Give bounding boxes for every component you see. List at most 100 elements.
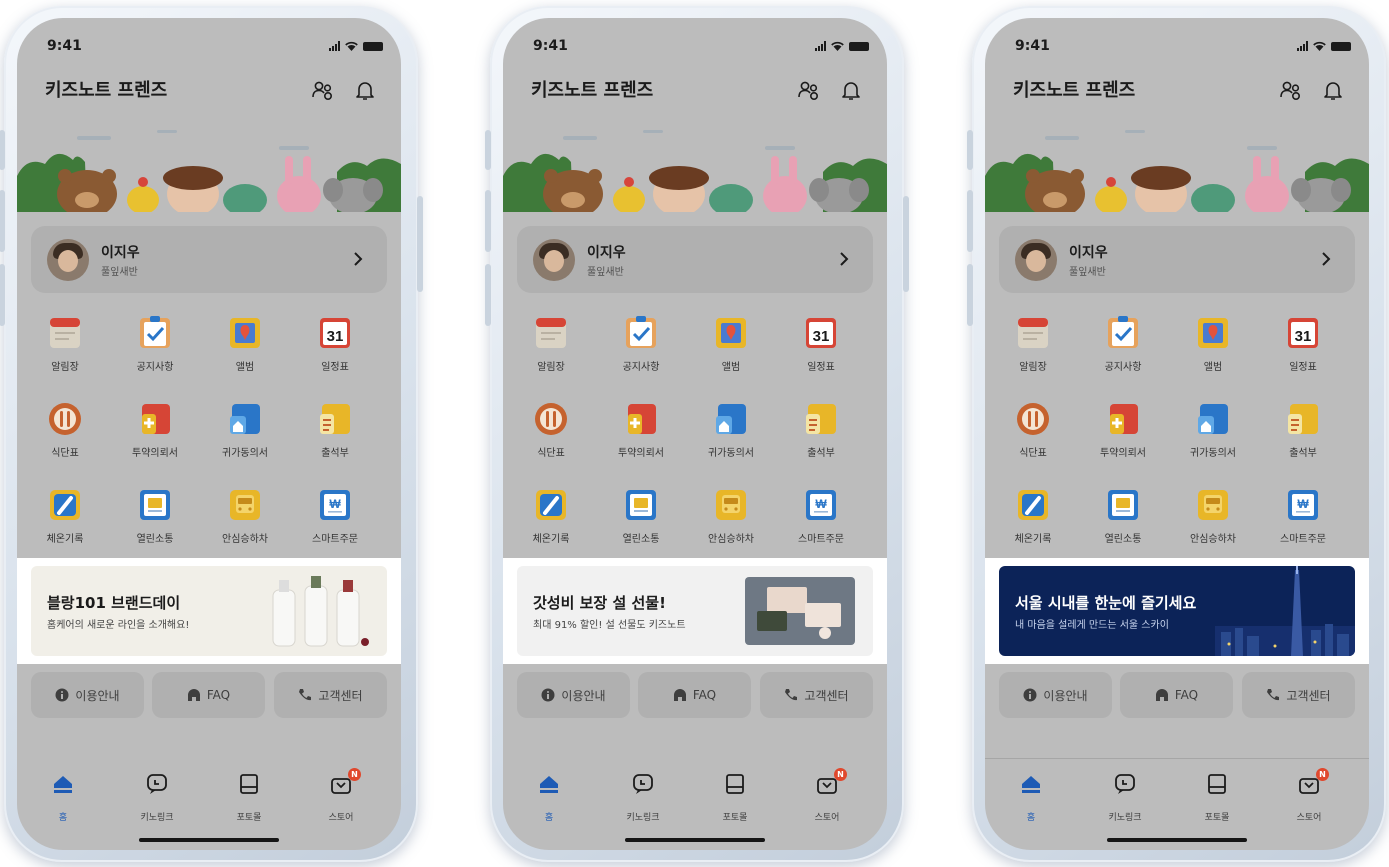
attendance-icon xyxy=(1288,404,1318,434)
customer-center-button[interactable]: 고객센터 xyxy=(274,672,387,718)
faq-button[interactable]: FAQ xyxy=(1120,672,1233,718)
menu-item-smart-order[interactable]: ₩ 스마트주문 xyxy=(1261,482,1345,558)
promo-banner[interactable]: 블랑101 브랜드데이 홈케어의 새로운 라인을 소개해요! xyxy=(31,566,387,656)
bell-icon[interactable] xyxy=(839,78,863,102)
guide-label: 이용안내 xyxy=(75,688,120,703)
faq-button[interactable]: FAQ xyxy=(638,672,751,718)
app-title: 키즈노트 프렌즈 xyxy=(45,80,168,101)
avatar xyxy=(533,239,575,281)
menu-item-notice[interactable]: 공지사항 xyxy=(113,310,197,386)
tab-home[interactable]: 홈 xyxy=(23,766,103,826)
menu-label: 앨범 xyxy=(235,362,255,373)
tab-store[interactable]: N 스토어 xyxy=(301,766,381,826)
customer-center-button[interactable]: 고객센터 xyxy=(1242,672,1355,718)
tab-label: 포토몰 xyxy=(236,813,262,823)
menu-item-safe-bus[interactable]: 안심승하차 xyxy=(1171,482,1255,558)
clipboard-check-icon xyxy=(1108,316,1138,348)
menu-item-open-talk[interactable]: 열린소통 xyxy=(113,482,197,558)
menu-item-medication[interactable]: 투약의뢰서 xyxy=(1081,396,1165,472)
friends-icon[interactable] xyxy=(797,78,821,102)
faq-icon xyxy=(673,689,686,701)
guide-button[interactable]: 이용안내 xyxy=(31,672,144,718)
photo-book-icon xyxy=(726,774,744,794)
menu-item-temperature[interactable]: 체온기록 xyxy=(509,482,593,558)
tab-photomall[interactable]: 포토몰 xyxy=(1177,766,1257,826)
bell-icon[interactable] xyxy=(1321,78,1345,102)
tab-photomall[interactable]: 포토몰 xyxy=(209,766,289,826)
tab-label: 키노링크 xyxy=(626,813,660,823)
menu-item-open-talk[interactable]: 열린소통 xyxy=(599,482,683,558)
menu-item-safe-bus[interactable]: 안심승하차 xyxy=(203,482,287,558)
menu-label: 열린소통 xyxy=(622,534,660,545)
menu-item-temperature[interactable]: 체온기록 xyxy=(991,482,1075,558)
tab-kinolink[interactable]: 키노링크 xyxy=(1085,766,1165,826)
info-icon xyxy=(55,688,69,702)
tab-kinolink[interactable]: 키노링크 xyxy=(603,766,683,826)
app-screen: 9:41 키즈노트 프렌즈 이지우 풀잎새반 알림장 공지사항 앨범 31 일정… xyxy=(503,18,887,850)
menu-item-notice[interactable]: 공지사항 xyxy=(599,310,683,386)
tab-kinolink[interactable]: 키노링크 xyxy=(117,766,197,826)
child-profile-card[interactable]: 이지우 풀잎새반 xyxy=(31,226,387,293)
menu-label: 체온기록 xyxy=(46,534,84,545)
tab-label: 스토어 xyxy=(814,813,840,823)
tab-home[interactable]: 홈 xyxy=(991,766,1071,826)
menu-item-attendance[interactable]: 출석부 xyxy=(1261,396,1345,472)
guide-button[interactable]: 이용안내 xyxy=(999,672,1112,718)
menu-item-medication[interactable]: 투약의뢰서 xyxy=(113,396,197,472)
status-bar: 9:41 xyxy=(17,38,401,58)
battery-icon xyxy=(849,41,869,51)
menu-item-notebook[interactable]: 알림장 xyxy=(991,310,1075,386)
menu-item-album[interactable]: 앨범 xyxy=(1171,310,1255,386)
promo-banner[interactable]: 갓성비 보장 설 선물! 최대 91% 할인! 설 선물도 키즈노트 xyxy=(517,566,873,656)
menu-item-schedule[interactable]: 31 일정표 xyxy=(293,310,377,386)
menu-item-notebook[interactable]: 알림장 xyxy=(509,310,593,386)
faq-label: FAQ xyxy=(1174,688,1199,702)
customer-center-button[interactable]: 고객센터 xyxy=(760,672,873,718)
home-indicator xyxy=(1107,838,1247,842)
menu-item-home-consent[interactable]: 귀가동의서 xyxy=(203,396,287,472)
menu-item-album[interactable]: 앨범 xyxy=(203,310,287,386)
signal-icon xyxy=(329,41,340,51)
faq-button[interactable]: FAQ xyxy=(152,672,265,718)
menu-item-smart-order[interactable]: ₩ 스마트주문 xyxy=(293,482,377,558)
menu-item-schedule[interactable]: 31 일정표 xyxy=(779,310,863,386)
tab-photomall[interactable]: 포토몰 xyxy=(695,766,775,826)
tab-home[interactable]: 홈 xyxy=(509,766,589,826)
friends-icon[interactable] xyxy=(1279,78,1303,102)
menu-label: 스마트주문 xyxy=(312,534,358,545)
tab-store[interactable]: N 스토어 xyxy=(787,766,867,826)
child-profile-card[interactable]: 이지우 풀잎새반 xyxy=(517,226,873,293)
friends-icon[interactable] xyxy=(311,78,335,102)
menu-item-notice[interactable]: 공지사항 xyxy=(1081,310,1165,386)
menu-item-album[interactable]: 앨범 xyxy=(689,310,773,386)
menu-item-home-consent[interactable]: 귀가동의서 xyxy=(689,396,773,472)
child-profile-card[interactable]: 이지우 풀잎새반 xyxy=(999,226,1355,293)
smart-order-icon: ₩ xyxy=(806,490,836,520)
phone-mockup-3: 9:41 키즈노트 프렌즈 이지우 풀잎새반 알림장 공지사항 앨범 31 일정… xyxy=(967,6,1386,862)
bus-icon xyxy=(716,490,746,520)
menu-label: 앨범 xyxy=(721,362,741,373)
menu-item-meal[interactable]: 식단표 xyxy=(991,396,1075,472)
menu-item-attendance[interactable]: 출석부 xyxy=(293,396,377,472)
menu-item-smart-order[interactable]: ₩ 스마트주문 xyxy=(779,482,863,558)
menu-item-meal[interactable]: 식단표 xyxy=(509,396,593,472)
notebook-icon xyxy=(1018,318,1048,348)
profile-name: 이지우 xyxy=(1069,245,1108,261)
menu-item-home-consent[interactable]: 귀가동의서 xyxy=(1171,396,1255,472)
menu-item-meal[interactable]: 식단표 xyxy=(23,396,107,472)
menu-item-open-talk[interactable]: 열린소통 xyxy=(1081,482,1165,558)
bell-icon[interactable] xyxy=(353,78,377,102)
menu-item-attendance[interactable]: 출석부 xyxy=(779,396,863,472)
promo-banner[interactable]: 서울 시내를 한눈에 즐기세요 내 마음을 설레게 만드는 서울 스카이 xyxy=(999,566,1355,656)
menu-item-medication[interactable]: 투약의뢰서 xyxy=(599,396,683,472)
tab-label: 홈 xyxy=(58,813,68,823)
menu-item-temperature[interactable]: 체온기록 xyxy=(23,482,107,558)
tab-store[interactable]: N 스토어 xyxy=(1269,766,1349,826)
guide-button[interactable]: 이용안내 xyxy=(517,672,630,718)
phone-volume-down xyxy=(485,264,491,326)
menu-item-notebook[interactable]: 알림장 xyxy=(23,310,107,386)
menu-item-safe-bus[interactable]: 안심승하차 xyxy=(689,482,773,558)
info-icon xyxy=(541,688,555,702)
photo-album-icon xyxy=(716,318,746,348)
menu-item-schedule[interactable]: 31 일정표 xyxy=(1261,310,1345,386)
